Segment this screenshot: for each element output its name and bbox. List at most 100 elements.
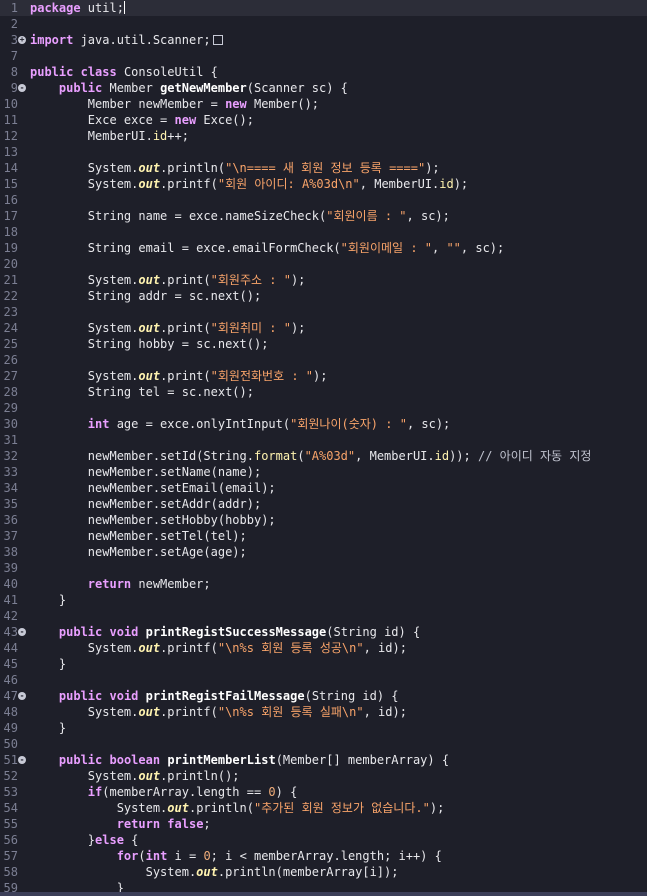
collapse-fold-icon[interactable]: - bbox=[18, 756, 26, 764]
code-line[interactable]: 8 public class ConsoleUtil { bbox=[0, 64, 647, 80]
code-line[interactable]: 47- public void printRegistFailMessage(S… bbox=[0, 688, 647, 704]
code-text: System.out.printf("회원 아이디: A%03d\n", Mem… bbox=[30, 176, 468, 192]
code-line[interactable]: 33 newMember.setName(name); bbox=[0, 464, 647, 480]
code-line[interactable]: 58 System.out.println(memberArray[i]); bbox=[0, 864, 647, 880]
code-text: public Member getNewMember(Scanner sc) { bbox=[30, 80, 348, 96]
code-line[interactable]: 21 System.out.print("회원주소 : "); bbox=[0, 272, 647, 288]
code-line[interactable]: 16 bbox=[0, 192, 647, 208]
code-line[interactable]: 50 bbox=[0, 736, 647, 752]
code-line[interactable]: 9- public Member getNewMember(Scanner sc… bbox=[0, 80, 647, 96]
code-line[interactable]: 24 System.out.print("회원취미 : "); bbox=[0, 320, 647, 336]
code-line[interactable]: 13 bbox=[0, 144, 647, 160]
code-line[interactable]: 11 Exce exce = new Exce(); bbox=[0, 112, 647, 128]
code-token: "회원취미 : " bbox=[210, 321, 291, 335]
code-token: .println( bbox=[160, 161, 226, 175]
code-token: , bbox=[432, 241, 447, 255]
code-line[interactable]: 51- public boolean printMemberList(Membe… bbox=[0, 752, 647, 768]
code-line[interactable]: 41 } bbox=[0, 592, 647, 608]
code-token: System. bbox=[30, 177, 139, 191]
code-editor[interactable]: 1 package util; 2 3 + import java.util.Scanne… bbox=[0, 0, 647, 896]
code-line[interactable]: 27 System.out.print("회원전화번호 : "); bbox=[0, 368, 647, 384]
code-token: , id); bbox=[363, 705, 407, 719]
code-line[interactable]: 2 bbox=[0, 16, 647, 32]
code-line[interactable]: 36 newMember.setHobby(hobby); bbox=[0, 512, 647, 528]
code-text: return false; bbox=[30, 816, 211, 832]
code-line[interactable]: 49 } bbox=[0, 720, 647, 736]
code-token: 0 bbox=[268, 785, 276, 799]
collapse-fold-icon[interactable]: - bbox=[18, 84, 26, 92]
code-token: Member(); bbox=[246, 97, 320, 111]
code-text: newMember.setAddr(addr); bbox=[30, 496, 261, 512]
code-line[interactable]: 42 bbox=[0, 608, 647, 624]
code-line[interactable]: 55 return false; bbox=[0, 816, 647, 832]
folded-region-icon[interactable] bbox=[212, 35, 223, 45]
code-token: newMember; bbox=[131, 577, 211, 591]
line-number: 52 bbox=[3, 769, 18, 783]
code-line[interactable]: 37 newMember.setTel(tel); bbox=[0, 528, 647, 544]
code-text: String addr = sc.next(); bbox=[30, 288, 261, 304]
line-number: 50 bbox=[3, 737, 18, 751]
code-line[interactable]: 44 System.out.printf("\n%s 회원 등록 성공\n", … bbox=[0, 640, 647, 656]
code-token: System. bbox=[30, 769, 139, 783]
code-line[interactable]: 10 Member newMember = new Member(); bbox=[0, 96, 647, 112]
code-line[interactable]: 25 String hobby = sc.next(); bbox=[0, 336, 647, 352]
code-token: .print( bbox=[160, 321, 211, 335]
code-line[interactable]: 22 String addr = sc.next(); bbox=[0, 288, 647, 304]
code-line[interactable]: 57 for(int i = 0; i < memberArray.length… bbox=[0, 848, 647, 864]
code-token: "회원주소 : " bbox=[210, 273, 291, 287]
code-line[interactable]: 18 bbox=[0, 224, 647, 240]
code-line[interactable]: 53 if(memberArray.length == 0) { bbox=[0, 784, 647, 800]
code-line[interactable]: 34 newMember.setEmail(email); bbox=[0, 480, 647, 496]
code-token: newMember.setName(name); bbox=[30, 465, 262, 479]
code-line[interactable]: 20 bbox=[0, 256, 647, 272]
code-line[interactable]: 56 }else { bbox=[0, 832, 647, 848]
code-token: newMember.setEmail(email); bbox=[30, 481, 276, 495]
code-line[interactable]: 46 bbox=[0, 672, 647, 688]
code-token: String tel = sc.next(); bbox=[30, 385, 254, 399]
code-token: 0 bbox=[203, 849, 211, 863]
line-number: 43 bbox=[3, 625, 18, 639]
text-caret bbox=[123, 1, 125, 14]
code-line[interactable]: 17 String name = exce.nameSizeCheck("회원이… bbox=[0, 208, 647, 224]
line-number: 51 bbox=[3, 753, 18, 767]
code-line[interactable]: 38 newMember.setAge(age); bbox=[0, 544, 647, 560]
code-line[interactable]: 54 System.out.println("추가된 회원 정보가 없습니다."… bbox=[0, 800, 647, 816]
code-line[interactable]: 28 String tel = sc.next(); bbox=[0, 384, 647, 400]
code-text: System.out.print("회원취미 : "); bbox=[30, 320, 306, 336]
code-token: .print( bbox=[160, 273, 211, 287]
code-line[interactable]: 48 System.out.printf("\n%s 회원 등록 실패\n", … bbox=[0, 704, 647, 720]
code-line[interactable]: 31 bbox=[0, 432, 647, 448]
code-line[interactable]: 45 } bbox=[0, 656, 647, 672]
expand-fold-icon[interactable]: + bbox=[18, 36, 26, 44]
code-token: , sc); bbox=[406, 417, 451, 431]
code-line[interactable]: 19 String email = exce.emailFormCheck("회… bbox=[0, 240, 647, 256]
collapse-fold-icon[interactable]: - bbox=[18, 692, 26, 700]
code-line[interactable]: 35 newMember.setAddr(addr); bbox=[0, 496, 647, 512]
code-line[interactable]: 40 return newMember; bbox=[0, 576, 647, 592]
code-token: "\n==== 새 회원 정보 등록 ====" bbox=[225, 161, 426, 175]
code-line[interactable]: 12 MemberUI.id++; bbox=[0, 128, 647, 144]
code-line[interactable]: 43- public void printRegistSuccessMessag… bbox=[0, 624, 647, 640]
code-line[interactable]: 3 + import java.util.Scanner; bbox=[0, 32, 647, 48]
horizontal-scrollbar[interactable] bbox=[0, 892, 647, 896]
line-number: 31 bbox=[3, 433, 18, 447]
code-line[interactable]: 23 bbox=[0, 304, 647, 320]
code-line[interactable]: 15 System.out.printf("회원 아이디: A%03d\n", … bbox=[0, 176, 647, 192]
code-token: String email = exce.emailFormCheck( bbox=[30, 241, 341, 255]
code-line[interactable]: 30 int age = exce.onlyIntInput("회원나이(숫자)… bbox=[0, 416, 647, 432]
code-token: out bbox=[138, 369, 161, 383]
code-line[interactable]: 14 System.out.println("\n==== 새 회원 정보 등록… bbox=[0, 160, 647, 176]
code-line[interactable]: 52 System.out.println(); bbox=[0, 768, 647, 784]
collapse-fold-icon[interactable]: - bbox=[18, 628, 26, 636]
line-number: 39 bbox=[3, 561, 18, 575]
code-line[interactable]: 39 bbox=[0, 560, 647, 576]
code-line[interactable]: 1 package util; bbox=[0, 0, 647, 16]
code-line[interactable]: 7 bbox=[0, 48, 647, 64]
code-token: .println(); bbox=[160, 769, 240, 783]
code-line[interactable]: 29 bbox=[0, 400, 647, 416]
code-line[interactable]: 26 bbox=[0, 352, 647, 368]
code-line[interactable]: 32 newMember.setId(String.format("A%03d"… bbox=[0, 448, 647, 464]
line-number: 45 bbox=[3, 657, 18, 671]
